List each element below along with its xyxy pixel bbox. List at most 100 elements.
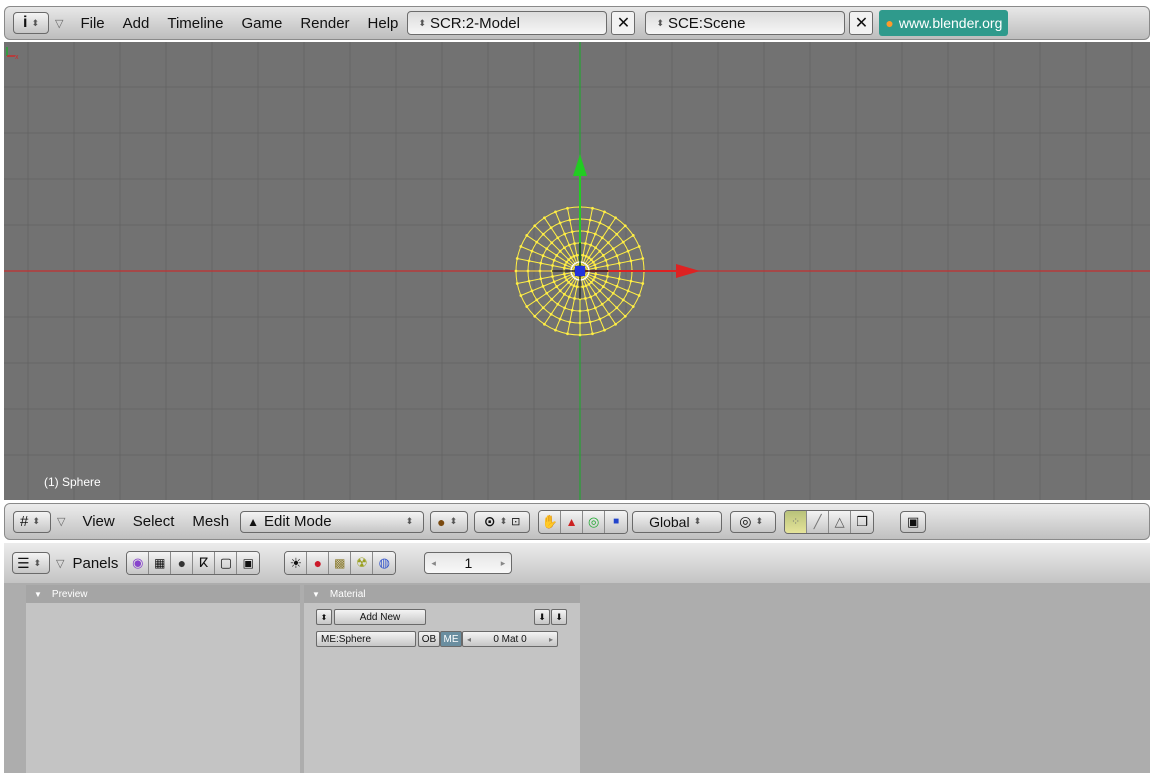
link-ob-button[interactable]: OB	[418, 631, 440, 647]
decrement-arrow-icon[interactable]: ◂	[467, 635, 471, 644]
material-index-stepper[interactable]: ◂ 0 Mat 0 ▸	[462, 631, 558, 647]
pivot-button[interactable]: ⊙ ⬍ ⊡	[474, 510, 531, 533]
mesh-vertex	[589, 280, 593, 284]
collapse-triangle-icon[interactable]: ▽	[57, 515, 65, 528]
menu-mesh[interactable]: Mesh	[192, 513, 229, 530]
add-new-material-button[interactable]: Add New	[334, 609, 426, 625]
menu-select[interactable]: Select	[133, 513, 175, 530]
website-link[interactable]: ● www.blender.org	[879, 10, 1009, 36]
editor-type-button[interactable]: ☰ ⬍	[12, 552, 50, 574]
decrement-arrow-icon[interactable]: ◂	[431, 558, 436, 569]
menu-view[interactable]: View	[82, 513, 114, 530]
mesh-vertex	[594, 292, 597, 296]
menu-add[interactable]: Add	[123, 15, 150, 32]
mode-selector[interactable]: ▲ Edit Mode ⬍	[240, 510, 425, 533]
radiosity-icon[interactable]: ☢	[351, 552, 374, 574]
link-me-button[interactable]: ME	[440, 631, 462, 647]
screen-name: SCR:2-Model	[429, 14, 520, 32]
shading-subcontext-group: ☀ ● ▩ ☢ ◍	[284, 551, 397, 575]
mesh-vertex	[587, 282, 591, 286]
mesh-vertex	[594, 272, 598, 276]
lamp-icon[interactable]: ☀	[285, 552, 308, 574]
texture-icon[interactable]: ▩	[329, 552, 352, 574]
menu-game[interactable]: Game	[241, 15, 282, 32]
material-panel-header[interactable]: ▼ Material	[304, 585, 580, 603]
mesh-vertex	[594, 246, 597, 250]
mesh-vertex	[555, 254, 559, 257]
copy-material-button[interactable]: ⬇	[534, 609, 550, 625]
editor-type-button[interactable]: # ⬍	[13, 510, 51, 533]
collapse-triangle-icon[interactable]: ▽	[56, 557, 64, 570]
logic-icon[interactable]: ◉	[127, 552, 150, 574]
proportional-edit-button[interactable]: ◎ ⬍	[730, 510, 777, 533]
mesh-vertex	[567, 280, 571, 284]
script-icon[interactable]: ▦	[149, 552, 172, 574]
mesh-vertex	[568, 320, 572, 324]
x-arrow-head	[676, 264, 700, 278]
scene-selector[interactable]: ⬍ SCE:Scene	[645, 11, 846, 35]
edge-select-icon[interactable]: ╱	[807, 510, 830, 533]
updown-icon: ⬍	[656, 17, 664, 28]
frame-stepper[interactable]: ◂ 1 ▸	[424, 552, 513, 574]
menu-file[interactable]: File	[80, 15, 104, 32]
mesh-vertex	[565, 278, 569, 282]
mesh-vertex	[591, 260, 595, 264]
editor-type-button[interactable]: i ⬍	[13, 12, 49, 34]
preview-panel-header[interactable]: ▼ Preview	[26, 585, 300, 603]
mesh-vertex	[578, 321, 582, 325]
hand-manipulator-icon[interactable]: ✋	[539, 510, 562, 533]
mesh-vertex	[562, 266, 566, 270]
editing-icon[interactable]: ▢	[215, 552, 238, 574]
collapse-triangle-icon[interactable]: ▽	[55, 17, 63, 30]
updown-icon: ⬍	[693, 516, 702, 526]
vertex-select-icon[interactable]: ⁘	[785, 510, 808, 533]
mesh-vertex	[570, 230, 574, 234]
object-icon[interactable]: ⴽ	[193, 552, 216, 574]
material-browse-button[interactable]: ⬍	[316, 609, 332, 625]
mesh-vertex	[573, 242, 576, 245]
world-icon[interactable]: ◍	[373, 552, 396, 574]
mesh-vertex	[535, 298, 539, 302]
scene-icon[interactable]: ▣	[237, 552, 260, 574]
rotate-icon[interactable]: ◎	[583, 510, 606, 533]
mesh-vertex	[541, 306, 545, 310]
mesh-vertex	[606, 275, 609, 278]
menu-timeline[interactable]: Timeline	[167, 15, 223, 32]
collapse-triangle-icon[interactable]: ▼	[34, 590, 42, 599]
face-select-icon[interactable]: △	[829, 510, 852, 533]
menu-help[interactable]: Help	[368, 15, 399, 32]
orientation-selector[interactable]: Global ⬍	[632, 510, 723, 533]
screen-selector[interactable]: ⬍ SCR:2-Model	[407, 11, 608, 35]
paste-material-button[interactable]: ⬇	[551, 609, 567, 625]
mesh-vertex	[614, 216, 617, 220]
mesh-vertex	[545, 291, 549, 295]
mesh-vertex	[539, 277, 543, 281]
occlude-icon[interactable]: ❒	[851, 510, 874, 533]
preview-panel-title: Preview	[51, 588, 88, 600]
mesh-vertex	[626, 249, 630, 253]
increment-arrow-icon[interactable]: ▸	[549, 635, 553, 644]
draw-type-button[interactable]: ● ⬍	[430, 510, 469, 533]
delete-scene-button[interactable]: ✕	[849, 11, 874, 35]
info-icon: i	[23, 14, 28, 31]
panels-label: Panels	[72, 554, 119, 572]
mesh-vertex	[631, 234, 635, 237]
collapse-triangle-icon[interactable]: ▼	[312, 590, 320, 599]
3d-viewport[interactable]: x (1) Sphere	[4, 42, 1150, 500]
render-preview-button[interactable]: ▣	[900, 510, 927, 533]
mesh-name-field[interactable]: ME:Sphere	[316, 631, 416, 647]
scale-icon[interactable]: ■	[605, 510, 628, 533]
material-icon[interactable]: ●	[307, 552, 330, 574]
mesh-vertex	[641, 282, 645, 285]
mesh-vertex	[607, 312, 611, 316]
translate-icon[interactable]: ▲	[561, 510, 584, 533]
y-arrow-head	[573, 154, 587, 176]
increment-arrow-icon[interactable]: ▸	[501, 558, 506, 569]
grid-icon: #	[20, 513, 29, 530]
mesh-vertex	[563, 246, 566, 250]
shading-icon[interactable]: ●	[171, 552, 194, 574]
proportional-icon: ◎	[739, 513, 752, 529]
menu-render[interactable]: Render	[300, 15, 349, 32]
mesh-vertex	[598, 317, 602, 321]
delete-screen-button[interactable]: ✕	[611, 11, 636, 35]
